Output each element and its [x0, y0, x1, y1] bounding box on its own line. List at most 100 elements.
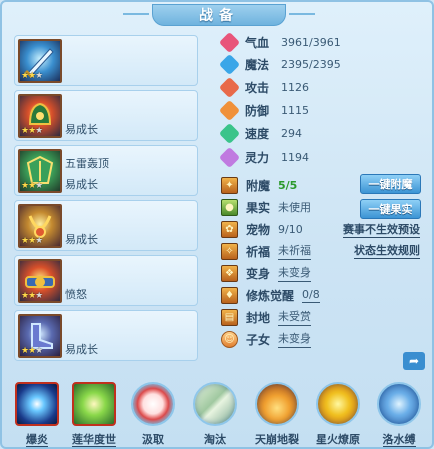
item-label: 果实: [246, 200, 271, 215]
equip-slot-belt[interactable]: ★★★ 愤怒: [14, 255, 198, 306]
cultivation-icon: ♦: [221, 286, 238, 304]
share-icon[interactable]: ➦: [403, 352, 425, 370]
stat-hp: 气血 3961/3961: [218, 31, 341, 53]
spirit-icon: [218, 146, 241, 168]
item-label: 封地: [246, 310, 271, 325]
stat-value: 1194: [281, 150, 309, 164]
absorb-icon: [131, 382, 175, 426]
water-bind-icon: [377, 382, 421, 426]
star-rating: ★★★: [21, 71, 43, 81]
equip-name-bottom: 易成长: [65, 343, 98, 356]
item-label: 修炼觉醒: [246, 288, 295, 303]
equip-slot-helmet[interactable]: ★★★ 易成长: [14, 90, 198, 141]
heart-icon: [218, 31, 241, 53]
stat-value: 1126: [281, 80, 309, 94]
item-label: 变身: [246, 266, 271, 281]
item-label: 祈福: [246, 244, 271, 259]
attack-icon: [218, 76, 241, 98]
equip-slot-weapon[interactable]: ★★★: [14, 35, 198, 86]
stat-label: 气血: [245, 35, 270, 50]
stat-label: 攻击: [245, 80, 270, 95]
skill-name: 星火燎原: [316, 433, 360, 446]
equip-slot-necklace[interactable]: ★★★ 易成长: [14, 200, 198, 251]
event-preset-link[interactable]: 赛事不生效预设: [343, 223, 420, 238]
equip-slot-armor[interactable]: ★★★ 五雷轰顶 易成长: [14, 145, 198, 196]
item-children[interactable]: ☺ 子女 未变身: [221, 329, 312, 349]
item-cultivation[interactable]: ♦ 修炼觉醒 0/8: [221, 285, 320, 305]
skill-slot[interactable]: 洛水缚: [374, 380, 424, 449]
stat-mp: 魔法 2395/2395: [218, 53, 341, 75]
star-rating: ★★★: [21, 126, 43, 136]
skill-slot[interactable]: 天崩地裂: [252, 380, 302, 449]
skill-name: 洛水缚: [382, 433, 416, 447]
defense-icon: [218, 99, 241, 121]
item-value: 9/10: [278, 222, 303, 236]
item-fruit[interactable]: ● 果实 未使用: [221, 197, 311, 217]
skill-slot[interactable]: 爆炎: [12, 380, 62, 449]
item-fief[interactable]: ▤ 封地 未受赏: [221, 307, 312, 327]
item-value[interactable]: 未变身: [278, 330, 312, 348]
stat-value: 2395/2395: [281, 57, 341, 71]
enchant-icon: ✦: [221, 176, 238, 194]
skill-slot[interactable]: 汲取: [128, 380, 178, 449]
pet-icon: ✿: [221, 220, 238, 238]
stat-value: 1115: [281, 103, 309, 117]
stat-value: 3961/3961: [281, 35, 341, 49]
equip-slot-boots[interactable]: ★★★ 易成长: [14, 310, 198, 361]
stat-value: 294: [281, 126, 302, 140]
skill-slot[interactable]: 星火燎原: [313, 380, 363, 449]
item-transform[interactable]: ❖ 变身 未变身: [221, 263, 312, 283]
skill-name: 汲取: [142, 433, 164, 446]
stat-label: 魔法: [245, 57, 270, 72]
equipment-panel: 战备 ★★★ ★★★ 易成长 ★★★ 五雷轰顶 易成长 ★★★ 易成长 ★★★ …: [0, 0, 434, 449]
boots-icon: ★★★: [18, 314, 62, 358]
item-value[interactable]: 未受赏: [278, 308, 312, 326]
item-value[interactable]: 未祈福: [278, 242, 312, 260]
eliminate-icon: [193, 382, 237, 426]
starfire-icon: [316, 382, 360, 426]
star-rating: ★★★: [21, 291, 43, 301]
star-rating: ★★★: [21, 346, 43, 356]
earthquake-icon: [255, 382, 299, 426]
equip-name-bottom: 愤怒: [65, 288, 87, 301]
mana-icon: [218, 53, 241, 75]
equip-name-bottom: 易成长: [65, 123, 98, 136]
sword-icon: ★★★: [18, 39, 62, 83]
children-icon: ☺: [221, 330, 238, 348]
item-label: 子女: [246, 332, 271, 347]
panel-title-bar: 战备: [123, 4, 315, 26]
stat-defense: 防御 1115: [218, 99, 309, 121]
equip-name-bottom: 易成长: [65, 178, 98, 191]
one-click-enchant-button[interactable]: 一键附魔: [360, 174, 421, 194]
item-pet[interactable]: ✿ 宠物 9/10: [221, 219, 303, 239]
transform-icon: ❖: [221, 264, 238, 282]
one-click-fruit-button[interactable]: 一键果实: [360, 199, 421, 219]
speed-icon: [218, 122, 241, 144]
skill-name: 天崩地裂: [255, 433, 299, 446]
skill-name: 爆炎: [26, 433, 48, 447]
helmet-icon: ★★★: [18, 94, 62, 138]
armor-icon: ★★★: [18, 149, 62, 193]
blessing-icon: ✧: [221, 242, 238, 260]
item-blessing[interactable]: ✧ 祈福 未祈福: [221, 241, 312, 261]
item-value[interactable]: 0/8: [302, 288, 320, 303]
stat-label: 灵力: [245, 150, 270, 165]
star-rating: ★★★: [21, 236, 43, 246]
skill-slot[interactable]: 莲华度世: [69, 380, 119, 449]
necklace-icon: ★★★: [18, 204, 62, 248]
blast-fire-icon: [15, 382, 59, 426]
fief-icon: ▤: [221, 308, 238, 326]
item-value: 5/5: [278, 178, 298, 192]
skill-slot[interactable]: 淘汰: [190, 380, 240, 449]
belt-icon: ★★★: [18, 259, 62, 303]
item-label: 附魔: [246, 178, 271, 193]
stat-attack: 攻击 1126: [218, 76, 309, 98]
item-value[interactable]: 未变身: [278, 264, 312, 282]
item-label: 宠物: [246, 222, 271, 237]
status-rules-link[interactable]: 状态生效规则: [354, 244, 420, 259]
item-value: 未使用: [278, 201, 312, 214]
item-enchant[interactable]: ✦ 附魔 5/5: [221, 175, 297, 195]
equip-name-top: 五雷轰顶: [65, 157, 109, 170]
stat-label: 防御: [245, 103, 270, 118]
skill-name: 淘汰: [204, 433, 226, 446]
